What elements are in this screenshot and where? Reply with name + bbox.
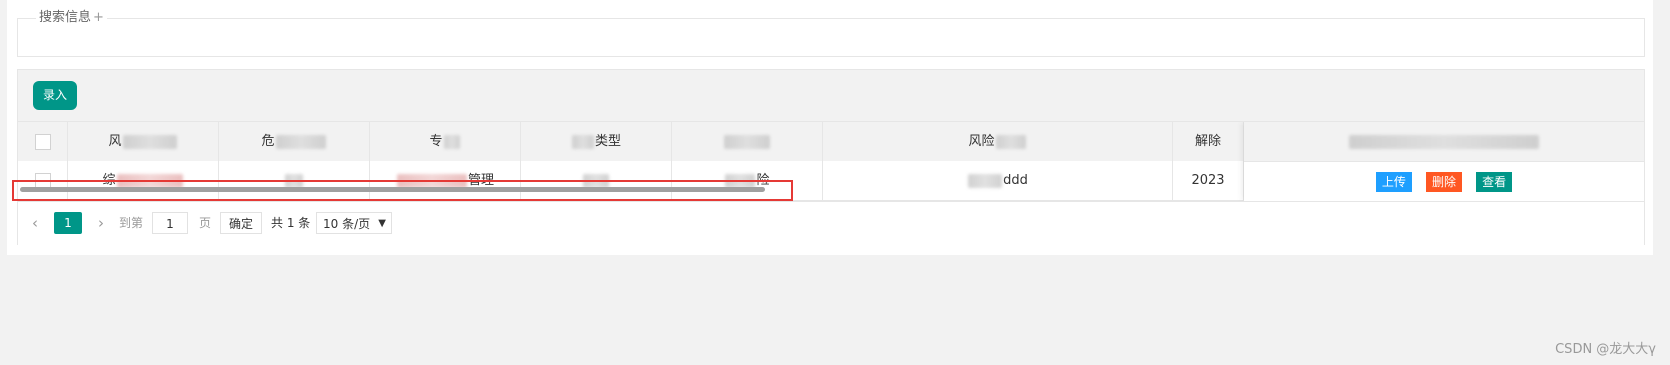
redacted-text xyxy=(724,134,770,149)
table-toolbar: 录入 xyxy=(18,70,1644,122)
goto-confirm-button[interactable]: 确定 xyxy=(220,212,262,234)
prev-page-icon[interactable]: ‹ xyxy=(32,212,38,234)
header-label: 危 xyxy=(261,134,275,149)
actions-cell: 上传 删除 查看 xyxy=(1244,162,1644,201)
redacted-text xyxy=(571,134,594,149)
header-col-5[interactable] xyxy=(672,122,823,161)
total-count: 共 1 条 xyxy=(271,216,311,230)
goto-page-input[interactable]: 1 xyxy=(152,212,188,234)
actions-header xyxy=(1244,122,1644,162)
header-label: 类型 xyxy=(594,134,621,149)
fixed-actions-column: 上传 删除 查看 xyxy=(1244,122,1644,201)
watermark: CSDN @龙大大γ xyxy=(1555,342,1656,357)
data-table: 录入 风 危 专 类型 风险 解除 综 管理 险 ddd 2023 上传 删除 … xyxy=(17,69,1645,245)
pagination: ‹ 1 › 到第 1 页 确定 共 1 条 10 条/页 ▼ xyxy=(18,201,1644,245)
header-label: 风险 xyxy=(968,134,995,149)
cell-text: 2023 xyxy=(1191,173,1225,188)
header-label: 专 xyxy=(429,134,443,149)
header-label: 风 xyxy=(108,134,122,149)
page-size-value: 10 条/页 xyxy=(323,217,371,231)
redacted-text xyxy=(995,134,1026,149)
highlight-annotation-box xyxy=(12,180,793,201)
select-all-checkbox[interactable] xyxy=(34,133,51,150)
header-col-2[interactable]: 危 xyxy=(219,122,370,161)
redacted-text xyxy=(443,134,460,149)
add-button[interactable]: 录入 xyxy=(33,81,77,110)
page-unit-label: 页 xyxy=(199,216,212,230)
row-cell: 2023 xyxy=(1173,161,1244,200)
view-button[interactable]: 查看 xyxy=(1476,171,1513,192)
delete-button[interactable]: 删除 xyxy=(1425,171,1462,192)
search-panel: 搜索信息 + xyxy=(17,9,1645,57)
header-col-6[interactable]: 风险 xyxy=(823,122,1173,161)
page-size-select[interactable]: 10 条/页 ▼ xyxy=(316,212,392,234)
redacted-text xyxy=(275,134,326,149)
chevron-down-icon: ▼ xyxy=(378,218,386,229)
goto-label: 到第 xyxy=(119,216,144,230)
page-number-current[interactable]: 1 xyxy=(54,212,82,234)
header-label: 解除 xyxy=(1194,134,1221,149)
plus-icon[interactable]: + xyxy=(93,10,104,25)
next-page-icon[interactable]: › xyxy=(98,212,104,234)
header-col-1[interactable]: 风 xyxy=(68,122,219,161)
search-legend[interactable]: 搜索信息 + xyxy=(36,9,107,27)
search-legend-label: 搜索信息 xyxy=(39,10,92,25)
upload-button[interactable]: 上传 xyxy=(1375,171,1412,192)
header-col-3[interactable]: 专 xyxy=(370,122,521,161)
header-col-7[interactable]: 解除 xyxy=(1173,122,1244,161)
redacted-text xyxy=(1349,134,1539,149)
row-cell: ddd xyxy=(823,161,1173,200)
header-checkbox-cell xyxy=(18,122,68,161)
main-card: 搜索信息 + 录入 风 危 专 类型 风险 解除 综 管理 险 ddd 2023… xyxy=(7,0,1653,255)
redacted-text xyxy=(122,134,177,149)
header-col-4[interactable]: 类型 xyxy=(521,122,672,161)
